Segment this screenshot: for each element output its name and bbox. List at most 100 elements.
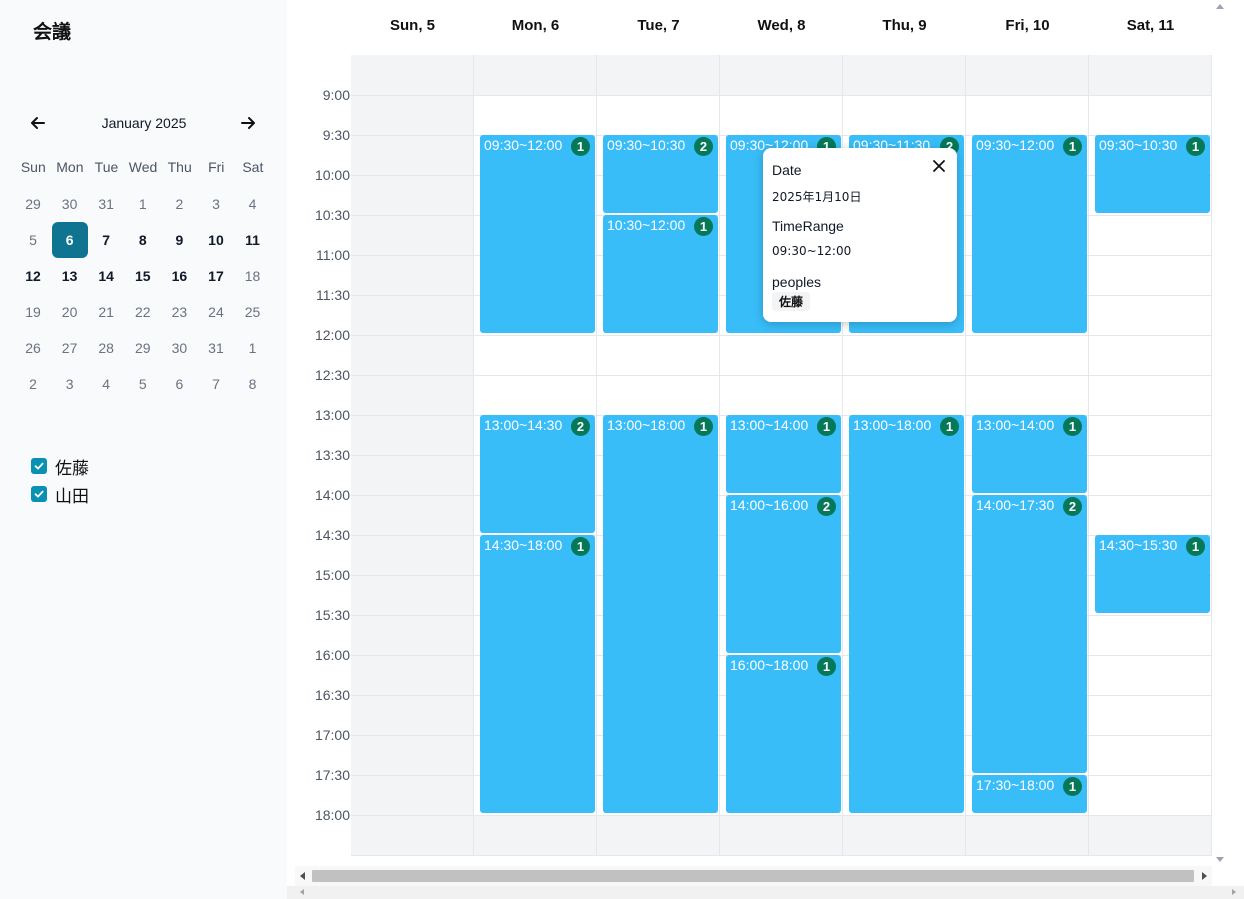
mini-weekday-label: Wed xyxy=(128,159,158,175)
page-scroll-left-icon[interactable] xyxy=(300,889,304,895)
event-time-range: 10:30~12:00 xyxy=(607,217,686,233)
scroll-up-icon[interactable] xyxy=(1216,4,1224,9)
mini-day[interactable]: 8 xyxy=(235,366,271,402)
member-filters: 佐藤 山田 xyxy=(31,452,89,508)
mini-day[interactable]: 1 xyxy=(235,330,271,366)
event-block[interactable]: 13:00~14:00 1 xyxy=(726,415,841,493)
mini-day[interactable]: 5 xyxy=(15,222,51,258)
mini-day[interactable]: 9 xyxy=(161,222,197,258)
mini-day[interactable]: 22 xyxy=(125,294,161,330)
week-header: Sun, 5 Mon, 6 Tue, 7 Wed, 8 Thu, 9 Fri, 10 Sat… xyxy=(351,0,1212,55)
mini-day[interactable]: 25 xyxy=(235,294,271,330)
close-icon[interactable] xyxy=(931,158,947,174)
time-label: 13:00 xyxy=(314,407,350,423)
event-block[interactable]: 16:00~18:00 1 xyxy=(726,655,841,813)
popover-time-label: TimeRange xyxy=(772,218,844,234)
event-count-badge: 2 xyxy=(817,497,836,516)
mini-day[interactable]: 21 xyxy=(88,294,124,330)
mini-day[interactable]: 27 xyxy=(52,330,88,366)
page-horizontal-scrollbar[interactable] xyxy=(287,886,1244,899)
mini-day[interactable]: 16 xyxy=(161,258,197,294)
event-block[interactable]: 14:30~18:00 1 xyxy=(480,535,595,813)
mini-day[interactable]: 15 xyxy=(125,258,161,294)
time-gridline xyxy=(351,815,1212,816)
event-time-range: 09:30~12:00 xyxy=(976,137,1055,153)
mini-day[interactable]: 13 xyxy=(52,258,88,294)
mini-day[interactable]: 31 xyxy=(198,330,234,366)
event-count-badge: 1 xyxy=(817,657,836,676)
event-time-range: 13:00~14:00 xyxy=(730,417,809,433)
mini-day[interactable]: 7 xyxy=(88,222,124,258)
mini-day[interactable]: 4 xyxy=(235,186,271,222)
event-time-range: 13:00~18:00 xyxy=(607,417,686,433)
mini-day[interactable]: 1 xyxy=(125,186,161,222)
mini-day[interactable]: 6 xyxy=(161,366,197,402)
event-block[interactable]: 09:30~12:00 1 xyxy=(972,135,1087,333)
mini-day[interactable]: 23 xyxy=(161,294,197,330)
app-title: 会議 xyxy=(33,21,72,43)
mini-day[interactable]: 28 xyxy=(88,330,124,366)
time-label: 15:30 xyxy=(314,607,350,623)
time-label: 9:30 xyxy=(322,127,350,143)
page-scroll-right-icon[interactable] xyxy=(1232,889,1236,895)
mini-day[interactable]: 26 xyxy=(15,330,51,366)
mini-day[interactable]: 8 xyxy=(125,222,161,258)
mini-weekday-label: Thu xyxy=(167,159,192,175)
event-count-badge: 1 xyxy=(940,417,959,436)
member-filter[interactable]: 山田 xyxy=(31,480,89,508)
mini-day[interactable]: 30 xyxy=(161,330,197,366)
scroll-down-icon[interactable] xyxy=(1216,857,1224,862)
checkbox-checked-icon[interactable] xyxy=(31,486,47,502)
mini-day[interactable]: 3 xyxy=(52,366,88,402)
mini-day[interactable]: 29 xyxy=(15,186,51,222)
event-block[interactable]: 14:00~16:00 2 xyxy=(726,495,841,653)
scroll-right-icon[interactable] xyxy=(1202,872,1207,880)
mini-weekday-label: Fri xyxy=(208,159,225,175)
page-scroll-corner xyxy=(1228,866,1244,886)
mini-day[interactable]: 5 xyxy=(125,366,161,402)
time-gridline xyxy=(351,375,1212,376)
event-block[interactable]: 13:00~18:00 1 xyxy=(849,415,964,813)
event-block[interactable]: 13:00~14:30 2 xyxy=(480,415,595,533)
time-label: 17:30 xyxy=(314,767,350,783)
mini-day[interactable]: 31 xyxy=(88,186,124,222)
event-block[interactable]: 10:30~12:00 1 xyxy=(603,215,718,333)
mini-day[interactable]: 19 xyxy=(15,294,51,330)
scroll-thumb[interactable] xyxy=(312,870,1194,882)
mini-day[interactable]: 18 xyxy=(235,258,271,294)
mini-day[interactable]: 20 xyxy=(52,294,88,330)
checkbox-checked-icon[interactable] xyxy=(31,458,47,474)
mini-day[interactable]: 14 xyxy=(88,258,124,294)
event-block[interactable]: 14:00~17:30 2 xyxy=(972,495,1087,773)
event-block[interactable]: 13:00~14:00 1 xyxy=(972,415,1087,493)
event-block[interactable]: 17:30~18:00 1 xyxy=(972,775,1087,813)
mini-day[interactable]: 2 xyxy=(161,186,197,222)
event-block[interactable]: 09:30~12:00 1 xyxy=(480,135,595,333)
mini-day-selected[interactable]: 6 xyxy=(51,222,88,258)
event-block[interactable]: 13:00~18:00 1 xyxy=(603,415,718,813)
mini-day[interactable]: 11 xyxy=(235,222,271,258)
mini-day[interactable]: 2 xyxy=(15,366,51,402)
time-label: 11:00 xyxy=(316,247,350,263)
mini-day[interactable]: 29 xyxy=(125,330,161,366)
mini-day[interactable]: 4 xyxy=(88,366,124,402)
mini-day[interactable]: 17 xyxy=(198,258,234,294)
mini-day[interactable]: 30 xyxy=(52,186,88,222)
mini-day[interactable]: 10 xyxy=(198,222,234,258)
event-block[interactable]: 14:30~15:30 1 xyxy=(1095,535,1210,613)
arrow-right-icon[interactable] xyxy=(236,112,260,134)
event-block[interactable]: 09:30~10:30 2 xyxy=(603,135,718,213)
member-filter[interactable]: 佐藤 xyxy=(31,452,89,480)
horizontal-scrollbar[interactable] xyxy=(295,866,1212,886)
mini-day[interactable]: 3 xyxy=(198,186,234,222)
scroll-left-icon[interactable] xyxy=(300,872,305,880)
mini-day[interactable]: 12 xyxy=(15,258,51,294)
mini-day[interactable]: 7 xyxy=(198,366,234,402)
event-block[interactable]: 09:30~10:30 1 xyxy=(1095,135,1210,213)
popover-person-chip: 佐藤 xyxy=(772,292,811,311)
time-label: 10:00 xyxy=(314,167,350,183)
week-calendar: Sun, 5 Mon, 6 Tue, 7 Wed, 8 Thu, 9 Fri, 10 Sat… xyxy=(295,0,1212,866)
event-count-badge: 1 xyxy=(817,417,836,436)
vertical-scrollbar[interactable] xyxy=(1212,0,1228,866)
mini-day[interactable]: 24 xyxy=(198,294,234,330)
